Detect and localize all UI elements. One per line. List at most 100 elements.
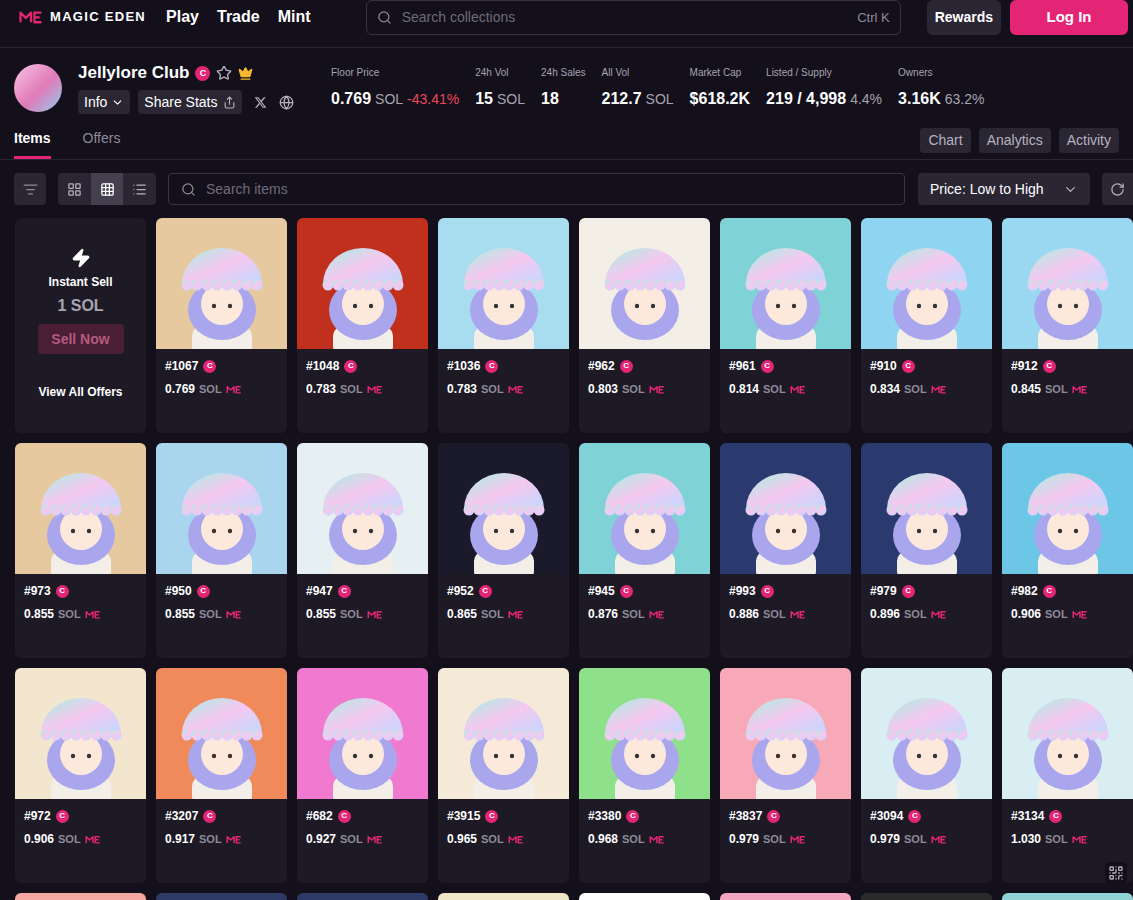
nft-image[interactable]	[1002, 893, 1133, 900]
nft-image[interactable]	[297, 668, 428, 799]
nft-card[interactable]: #3837C0.979SOL	[720, 668, 851, 883]
share-stats-button[interactable]: Share Stats	[138, 90, 241, 114]
nft-image[interactable]	[861, 893, 992, 900]
nft-image[interactable]	[297, 218, 428, 349]
nft-card[interactable]: #950C0.855SOL	[156, 443, 287, 658]
nft-card[interactable]: #3094C0.979SOL	[861, 668, 992, 883]
royalty-badge: C	[485, 810, 498, 823]
nft-image[interactable]	[720, 668, 851, 799]
nft-card[interactable]: #3207C0.917SOL	[156, 668, 287, 883]
panel-button[interactable]: Chart	[920, 128, 970, 153]
nft-card[interactable]: #979C0.896SOL	[861, 443, 992, 658]
nft-image[interactable]	[156, 218, 287, 349]
item-search[interactable]: Search items	[168, 173, 905, 205]
globe-icon[interactable]	[279, 95, 294, 110]
nft-image[interactable]	[861, 443, 992, 574]
nft-image[interactable]	[297, 443, 428, 574]
nft-card[interactable]: #1048C0.783SOL	[297, 218, 428, 433]
panel-button[interactable]: Activity	[1059, 128, 1119, 153]
nft-image[interactable]	[15, 668, 146, 799]
view-all-offers-link[interactable]: View All Offers	[38, 384, 122, 400]
nft-card[interactable]: #993C0.886SOL	[720, 443, 851, 658]
royalty-badge: C	[908, 810, 921, 823]
x-icon[interactable]	[254, 96, 267, 109]
nft-image[interactable]	[720, 443, 851, 574]
nft-image[interactable]	[438, 668, 569, 799]
magic-eden-icon	[85, 835, 101, 844]
nft-card[interactable]: #912C0.845SOL	[1002, 218, 1133, 433]
magic-eden-icon	[1072, 835, 1088, 844]
sort-dropdown[interactable]: Price: Low to High	[918, 173, 1090, 205]
nft-image[interactable]	[1002, 443, 1133, 574]
nft-card[interactable]: #3915C0.965SOL	[438, 668, 569, 883]
nft-card[interactable]	[579, 893, 710, 900]
nav-link[interactable]: Play	[166, 5, 199, 29]
nft-image[interactable]	[15, 443, 146, 574]
tab[interactable]: Items	[14, 125, 51, 159]
nft-image[interactable]	[156, 893, 287, 900]
panel-button[interactable]: Analytics	[979, 128, 1051, 153]
nft-id: #950C	[156, 583, 287, 599]
collection-search[interactable]: Search collectionsCtrl K	[366, 0, 901, 35]
nft-card[interactable]	[861, 893, 992, 900]
nft-image[interactable]	[438, 443, 569, 574]
rewards-button[interactable]: Rewards	[927, 0, 1001, 35]
nft-card[interactable]: #961C0.814SOL	[720, 218, 851, 433]
info-dropdown[interactable]: Info	[78, 90, 130, 114]
nft-card[interactable]: #3380C0.968SOL	[579, 668, 710, 883]
royalty-badge: C	[1043, 360, 1056, 373]
favorite-star-icon[interactable]	[216, 65, 232, 81]
nft-image[interactable]	[15, 893, 146, 900]
nft-image[interactable]	[438, 893, 569, 900]
nft-image[interactable]	[438, 218, 569, 349]
nft-image[interactable]	[579, 893, 710, 900]
qr-button[interactable]	[1105, 862, 1127, 884]
refresh-button[interactable]	[1102, 173, 1133, 205]
nft-card[interactable]: #3134C1.030SOL	[1002, 668, 1133, 883]
nft-image[interactable]	[579, 443, 710, 574]
nft-card[interactable]: #1067C0.769SOL	[156, 218, 287, 433]
brand-logo[interactable]: MAGIC EDEN	[18, 0, 146, 34]
nft-card[interactable]: #972C0.906SOL	[15, 668, 146, 883]
filter-button[interactable]	[14, 173, 46, 205]
nft-card[interactable]	[438, 893, 569, 900]
nft-card[interactable]	[297, 893, 428, 900]
nft-card[interactable]	[15, 893, 146, 900]
nft-image[interactable]	[297, 893, 428, 900]
nft-image[interactable]	[1002, 668, 1133, 799]
view-button[interactable]	[58, 173, 91, 205]
nav-link[interactable]: Trade	[217, 5, 260, 29]
sell-now-button[interactable]: Sell Now	[38, 324, 124, 354]
nft-image[interactable]	[156, 668, 287, 799]
nft-card[interactable]: #982C0.906SOL	[1002, 443, 1133, 658]
nft-card[interactable]: #682C0.927SOL	[297, 668, 428, 883]
login-button[interactable]: Log In	[1010, 0, 1128, 35]
view-button[interactable]	[91, 173, 124, 205]
nft-card[interactable]: #962C0.803SOL	[579, 218, 710, 433]
nft-image[interactable]	[720, 893, 851, 900]
nft-image[interactable]	[579, 668, 710, 799]
nft-image[interactable]	[861, 668, 992, 799]
magic-eden-icon	[226, 835, 242, 844]
nft-card[interactable]	[1002, 893, 1133, 900]
nft-image[interactable]	[156, 443, 287, 574]
nft-card[interactable]	[720, 893, 851, 900]
nft-card[interactable]: #973C0.855SOL	[15, 443, 146, 658]
nft-card[interactable]: #945C0.876SOL	[579, 443, 710, 658]
nft-price: 0.855SOL	[297, 606, 428, 622]
nav-link[interactable]: Mint	[278, 5, 311, 29]
nft-image[interactable]	[579, 218, 710, 349]
nft-image[interactable]	[1002, 218, 1133, 349]
nft-card[interactable]	[156, 893, 287, 900]
nft-card[interactable]: #952C0.865SOL	[438, 443, 569, 658]
nft-card[interactable]: #1036C0.783SOL	[438, 218, 569, 433]
nft-price: 1.030SOL	[1002, 831, 1133, 847]
nft-card[interactable]: #947C0.855SOL	[297, 443, 428, 658]
nft-image[interactable]	[720, 218, 851, 349]
nft-id: #1067C	[156, 358, 287, 374]
nft-image[interactable]	[861, 218, 992, 349]
nft-card[interactable]: #910C0.834SOL	[861, 218, 992, 433]
view-button[interactable]	[123, 173, 156, 205]
tab[interactable]: Offers	[83, 125, 121, 159]
magic-eden-icon	[649, 385, 665, 394]
